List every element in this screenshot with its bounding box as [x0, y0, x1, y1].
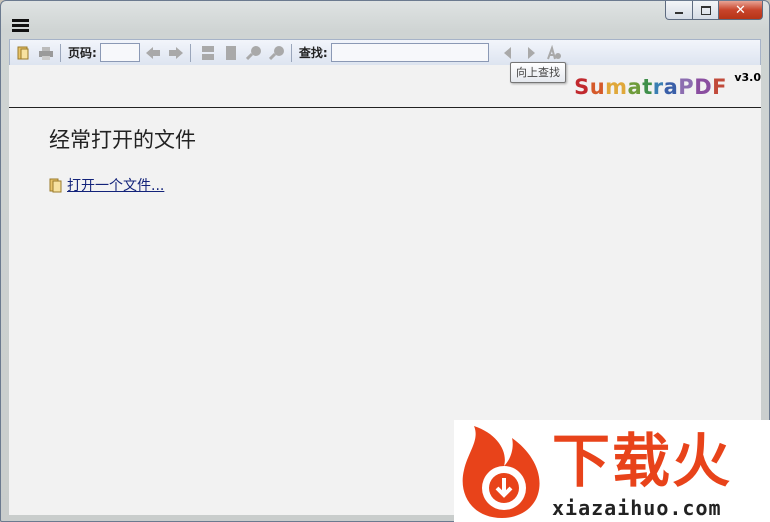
close-icon: ✕ — [735, 2, 746, 18]
fit-page-button[interactable] — [198, 43, 218, 63]
window-controls: ✕ — [665, 1, 763, 20]
sumatrapdf-logo: SumatraPDF — [574, 75, 727, 99]
print-button[interactable] — [36, 43, 56, 63]
triangle-left-icon — [503, 46, 511, 59]
arrow-right-icon — [168, 46, 183, 59]
zoom-out-icon — [245, 45, 261, 60]
toolbar-separator — [189, 43, 191, 62]
page-number-input[interactable] — [99, 43, 140, 62]
maximize-button[interactable] — [693, 1, 719, 20]
logo-letter: P — [678, 75, 695, 99]
maximize-icon — [700, 5, 711, 15]
open-button[interactable] — [13, 43, 33, 63]
close-button[interactable]: ✕ — [719, 1, 763, 20]
fit-page-icon — [201, 45, 214, 60]
open-file-row[interactable]: 打开一个文件... — [49, 175, 164, 195]
match-case-icon — [546, 44, 561, 59]
logo-letter: m — [605, 75, 628, 99]
zoom-in-button[interactable] — [267, 43, 287, 63]
logo-letter: t — [642, 75, 653, 99]
find-previous-tooltip: 向上查找 — [510, 62, 566, 83]
zoom-in-icon — [268, 45, 284, 60]
find-next-button[interactable] — [521, 43, 541, 63]
printer-icon — [39, 46, 53, 60]
find-input[interactable] — [330, 43, 489, 62]
logo-letter: r — [652, 75, 664, 99]
watermark-url: xiazaihuo.com — [552, 496, 722, 520]
open-folder-icon — [49, 178, 62, 192]
logo-letter: S — [574, 75, 590, 99]
about-banner: SumatraPDF v3.0 — [9, 65, 761, 107]
logo-letter: D — [694, 75, 713, 99]
version-label: v3.0 — [734, 71, 761, 84]
single-page-icon — [225, 45, 236, 60]
minimize-icon — [675, 12, 683, 14]
xiazaihuo-watermark: 下载火 xiazaihuo.com — [454, 420, 770, 522]
flame-logo-icon — [462, 426, 540, 518]
logo-letter: a — [663, 75, 679, 99]
zoom-out-button[interactable] — [244, 43, 264, 63]
logo-letter: a — [627, 75, 643, 99]
open-folder-icon — [17, 46, 29, 59]
find-label: 查找: — [298, 46, 328, 60]
frequently-read-title: 经常打开的文件 — [49, 128, 196, 152]
previous-page-button[interactable] — [143, 43, 163, 63]
page-label: 页码: — [68, 46, 97, 60]
minimize-button[interactable] — [665, 1, 693, 20]
logo-letter: u — [589, 75, 606, 99]
match-case-button[interactable] — [544, 43, 564, 63]
title-bar[interactable]: ✕ — [1, 1, 769, 37]
fit-width-button[interactable] — [221, 43, 241, 63]
toolbar-separator — [60, 43, 61, 62]
watermark-brand: 下载火 — [552, 427, 733, 495]
toolbar-separator — [290, 43, 292, 62]
find-previous-button[interactable] — [498, 43, 518, 63]
next-page-button[interactable] — [166, 43, 186, 63]
triangle-right-icon — [527, 46, 535, 59]
menu-hamburger-icon[interactable] — [12, 19, 29, 33]
arrow-left-icon — [145, 46, 160, 59]
logo-letter: F — [712, 75, 727, 99]
open-file-link[interactable]: 打开一个文件... — [67, 175, 164, 195]
toolbar: 页码: 查找: — [9, 39, 761, 66]
